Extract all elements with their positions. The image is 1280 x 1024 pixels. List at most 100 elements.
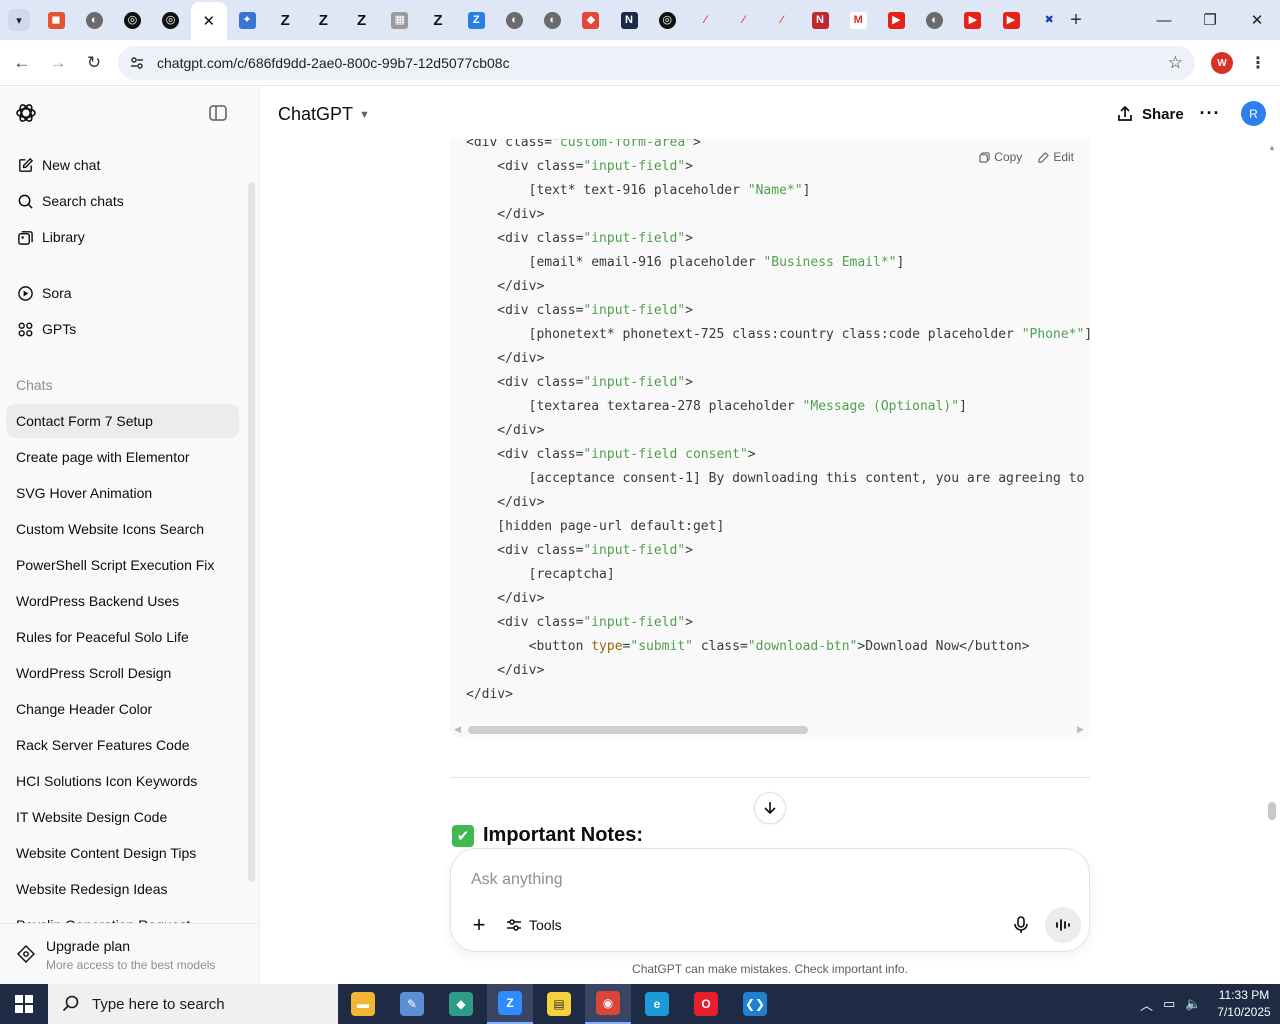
sidebar-scrollbar[interactable] bbox=[248, 182, 255, 882]
chat-history-item[interactable]: WordPress Scroll Design bbox=[6, 656, 239, 690]
taskbar-app[interactable]: Z bbox=[487, 984, 533, 1024]
scroll-right-icon[interactable]: ▶ bbox=[1077, 724, 1084, 735]
chat-history-item[interactable]: Rules for Peaceful Solo Life bbox=[6, 620, 239, 654]
browser-tab[interactable]: ⁄ bbox=[687, 4, 723, 36]
add-attachment-icon[interactable]: + bbox=[467, 912, 491, 937]
network-icon[interactable]: ▭ bbox=[1163, 996, 1175, 1012]
sticky-notes-icon: ▤ bbox=[547, 992, 571, 1016]
code-line: [email* email-916 placeholder "Business … bbox=[466, 251, 1090, 275]
tools-button[interactable]: Tools bbox=[505, 913, 562, 937]
browser-tab[interactable]: ✖ bbox=[1031, 4, 1067, 36]
prompt-input[interactable] bbox=[471, 869, 1071, 891]
sidebar-gpts[interactable]: GPTs bbox=[6, 312, 239, 346]
browser-tab[interactable]: ◎ bbox=[114, 4, 150, 36]
back-button[interactable]: ← bbox=[10, 51, 34, 75]
upgrade-plan[interactable]: Upgrade plan More access to the best mod… bbox=[0, 923, 259, 984]
code-content[interactable]: <div class="custom-form-area"> <div clas… bbox=[466, 139, 1090, 707]
browser-tab[interactable]: ◐ bbox=[535, 4, 571, 36]
forward-button[interactable]: → bbox=[46, 51, 70, 75]
chat-history-item[interactable]: SVG Hover Animation bbox=[6, 476, 239, 510]
chat-history-item[interactable]: Rack Server Features Code bbox=[6, 728, 239, 762]
chat-history-item[interactable]: WordPress Backend Uses bbox=[6, 584, 239, 618]
browser-tab[interactable]: ◐ bbox=[76, 4, 112, 36]
address-bar[interactable]: chatgpt.com/c/686fd9dd-2ae0-800c-99b7-12… bbox=[118, 46, 1195, 80]
browser-tab[interactable]: ▶ bbox=[955, 4, 991, 36]
site-info-icon[interactable] bbox=[128, 54, 146, 72]
browser-tab[interactable]: ◎ bbox=[153, 4, 189, 36]
chat-history-item[interactable]: IT Website Design Code bbox=[6, 800, 239, 834]
address-bar-url[interactable]: chatgpt.com/c/686fd9dd-2ae0-800c-99b7-12… bbox=[157, 55, 510, 71]
chat-history-item[interactable]: HCI Solutions Icon Keywords bbox=[6, 764, 239, 798]
chat-history-item[interactable]: Create page with Elementor bbox=[6, 440, 239, 474]
chat-history-item[interactable]: Change Header Color bbox=[6, 692, 239, 726]
edit-code-button[interactable]: Edit bbox=[1038, 150, 1074, 164]
new-tab-button[interactable]: + bbox=[1064, 8, 1088, 32]
taskbar-search-box[interactable]: Type here to search bbox=[48, 984, 338, 1024]
sidebar-library[interactable]: Library bbox=[6, 220, 239, 254]
browser-tab[interactable]: N bbox=[802, 4, 838, 36]
scroll-to-bottom-button[interactable] bbox=[754, 792, 786, 824]
volume-icon[interactable]: 🔈 bbox=[1185, 996, 1201, 1012]
browser-menu-button[interactable]: ⋮ bbox=[1248, 52, 1268, 74]
browser-tab[interactable]: ▦ bbox=[382, 4, 418, 36]
tab-search-button[interactable]: ▾ bbox=[8, 9, 30, 31]
taskbar-clock[interactable]: 11:33 PM 7/10/2025 bbox=[1214, 987, 1274, 1021]
sidebar-new-chat[interactable]: New chat bbox=[6, 148, 239, 182]
chatgpt-logo-icon[interactable] bbox=[14, 101, 38, 125]
taskbar-app[interactable]: ◉ bbox=[585, 984, 631, 1024]
taskbar-app[interactable]: e bbox=[634, 984, 680, 1024]
reload-button[interactable]: ↻ bbox=[82, 51, 106, 75]
taskbar-app[interactable]: ▬ bbox=[340, 984, 386, 1024]
browser-tab[interactable]: ◆ bbox=[573, 4, 609, 36]
browser-tab[interactable]: ✦ bbox=[229, 4, 265, 36]
copy-code-button[interactable]: Copy bbox=[979, 150, 1022, 164]
chat-history-item[interactable]: Website Redesign Ideas bbox=[6, 872, 239, 906]
active-tab[interactable]: ✕ bbox=[190, 2, 227, 40]
chat-history-item[interactable]: PowerShell Script Execution Fix bbox=[6, 548, 239, 582]
scroll-left-icon[interactable]: ◀ bbox=[454, 724, 461, 735]
taskbar-app[interactable]: ▤ bbox=[536, 984, 582, 1024]
taskbar-app[interactable]: ❮❯ bbox=[732, 984, 778, 1024]
browser-profile-avatar[interactable]: W bbox=[1211, 52, 1233, 74]
chat-history-item[interactable]: Website Content Design Tips bbox=[6, 836, 239, 870]
minimize-button[interactable]: — bbox=[1152, 8, 1176, 32]
close-icon[interactable]: ✕ bbox=[200, 13, 217, 30]
share-button[interactable]: Share bbox=[1116, 100, 1184, 128]
windows-start-button[interactable] bbox=[0, 984, 48, 1024]
browser-tab[interactable]: Z bbox=[267, 4, 303, 36]
browser-tab[interactable]: ◐ bbox=[496, 4, 532, 36]
taskbar-app[interactable]: O bbox=[683, 984, 729, 1024]
restore-button[interactable]: ❐ bbox=[1198, 8, 1222, 32]
browser-tab[interactable]: ◼ bbox=[38, 4, 74, 36]
chevron-up-icon[interactable]: ︿ bbox=[1140, 995, 1153, 1014]
page-scrollbar[interactable] bbox=[1268, 802, 1276, 820]
chat-history-item[interactable]: Custom Website Icons Search bbox=[6, 512, 239, 546]
voice-mode-button[interactable] bbox=[1045, 907, 1081, 943]
browser-tab[interactable]: Z bbox=[458, 4, 494, 36]
browser-tab[interactable]: ⁄ bbox=[764, 4, 800, 36]
more-options-icon[interactable]: ··· bbox=[1198, 101, 1222, 125]
code-horizontal-scrollbar[interactable] bbox=[468, 726, 808, 734]
browser-tab[interactable]: ▶ bbox=[993, 4, 1029, 36]
taskbar-app[interactable]: ◆ bbox=[438, 984, 484, 1024]
close-window-button[interactable]: ✕ bbox=[1245, 8, 1269, 32]
bookmark-star-icon[interactable]: ☆ bbox=[1168, 53, 1183, 73]
model-selector[interactable]: ChatGPT ▼ bbox=[278, 104, 370, 125]
browser-tab[interactable]: ◎ bbox=[649, 4, 685, 36]
user-avatar[interactable]: R bbox=[1241, 101, 1266, 126]
sidebar-search-chats[interactable]: Search chats bbox=[6, 184, 239, 218]
browser-tab[interactable]: Z bbox=[305, 4, 341, 36]
browser-tab[interactable]: M bbox=[840, 4, 876, 36]
browser-tab[interactable]: ◐ bbox=[917, 4, 953, 36]
browser-tab[interactable]: Z bbox=[344, 4, 380, 36]
chat-history-item[interactable]: Contact Form 7 Setup bbox=[6, 404, 239, 438]
dictate-button[interactable] bbox=[1009, 913, 1033, 937]
browser-tab[interactable]: ▶ bbox=[878, 4, 914, 36]
browser-tab[interactable]: Z bbox=[420, 4, 456, 36]
browser-tab[interactable]: ⁄ bbox=[726, 4, 762, 36]
page-scroll-up-icon[interactable]: ▲ bbox=[1268, 143, 1276, 152]
taskbar-app[interactable]: ✎ bbox=[389, 984, 435, 1024]
sidebar-sora[interactable]: Sora bbox=[6, 276, 239, 310]
sidebar-toggle-icon[interactable] bbox=[208, 103, 228, 123]
browser-tab[interactable]: N bbox=[611, 4, 647, 36]
